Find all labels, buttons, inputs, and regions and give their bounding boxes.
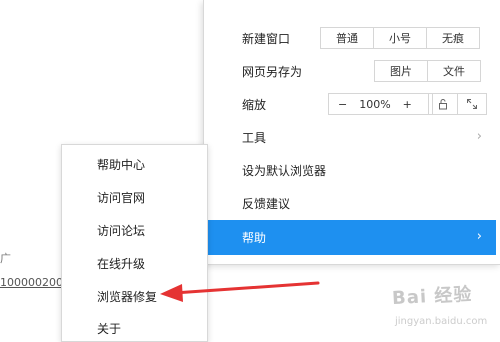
baidu-watermark-url: jingyan.baidu.com: [395, 316, 488, 327]
baidu-watermark: Bai 经验: [391, 283, 473, 310]
